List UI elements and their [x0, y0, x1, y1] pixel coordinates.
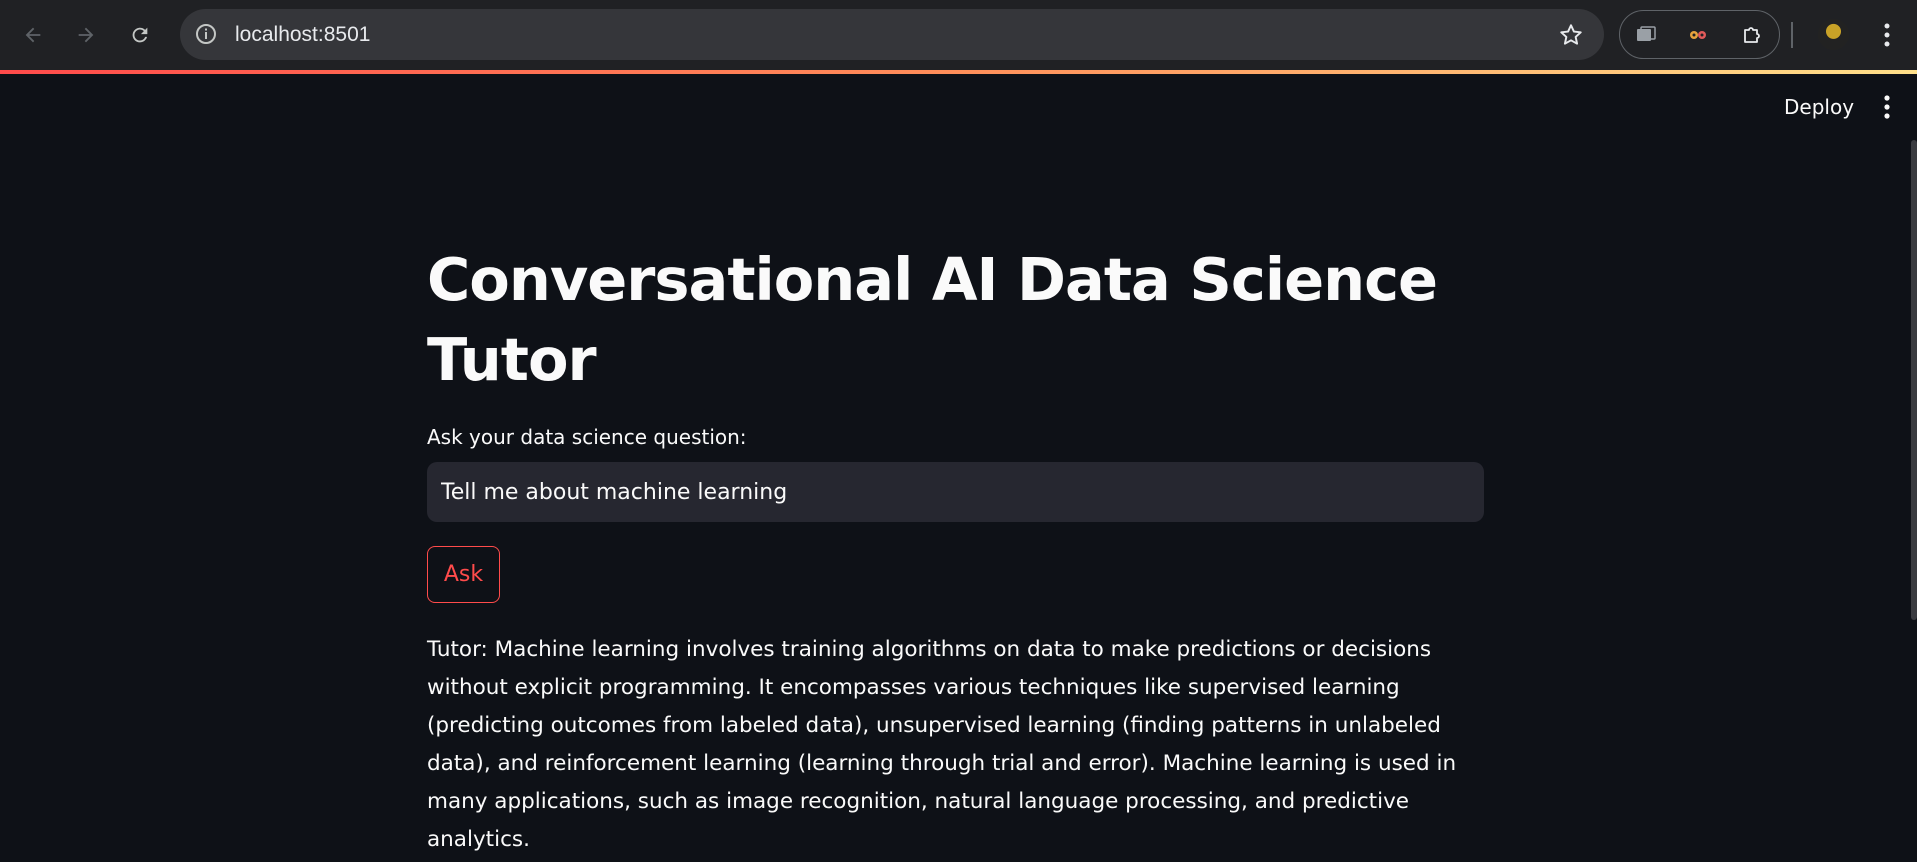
browser-toolbar: localhost:8501: [0, 0, 1917, 70]
info-icon[interactable]: [194, 22, 218, 46]
toolbar-divider: [1791, 22, 1793, 48]
page-scrollbar[interactable]: [1911, 140, 1917, 620]
bookmark-star-icon[interactable]: [1558, 22, 1584, 48]
page-title: Conversational AI Data Science Tutor: [427, 245, 1438, 394]
deploy-button[interactable]: Deploy: [1770, 90, 1868, 124]
app-menu-icon[interactable]: [1876, 92, 1898, 122]
extension-tab-icon[interactable]: [1634, 23, 1658, 47]
more-vertical-icon[interactable]: [1874, 18, 1900, 52]
forward-button[interactable]: [69, 18, 103, 52]
ask-button[interactable]: Ask: [427, 546, 500, 603]
extension-eyes-icon[interactable]: [1686, 23, 1710, 47]
back-button[interactable]: [16, 18, 50, 52]
app-decoration-bar: [0, 70, 1917, 74]
reload-icon: [132, 27, 148, 43]
question-label: Ask your data science question:: [427, 425, 747, 449]
profile-avatar[interactable]: [1818, 19, 1849, 50]
main-content: Conversational AI Data Science Tutor Ask…: [427, 240, 1484, 859]
url-text[interactable]: localhost:8501: [235, 9, 370, 60]
extensions-puzzle-icon[interactable]: [1740, 23, 1764, 47]
extensions-group: [1619, 10, 1780, 59]
back-arrow-icon: [25, 27, 41, 43]
forward-arrow-icon: [78, 27, 94, 43]
tutor-answer: Tutor: Machine learning involves trainin…: [427, 637, 1457, 852]
address-bar[interactable]: localhost:8501: [180, 9, 1604, 60]
question-input[interactable]: [427, 462, 1484, 522]
reload-button[interactable]: [123, 18, 157, 52]
